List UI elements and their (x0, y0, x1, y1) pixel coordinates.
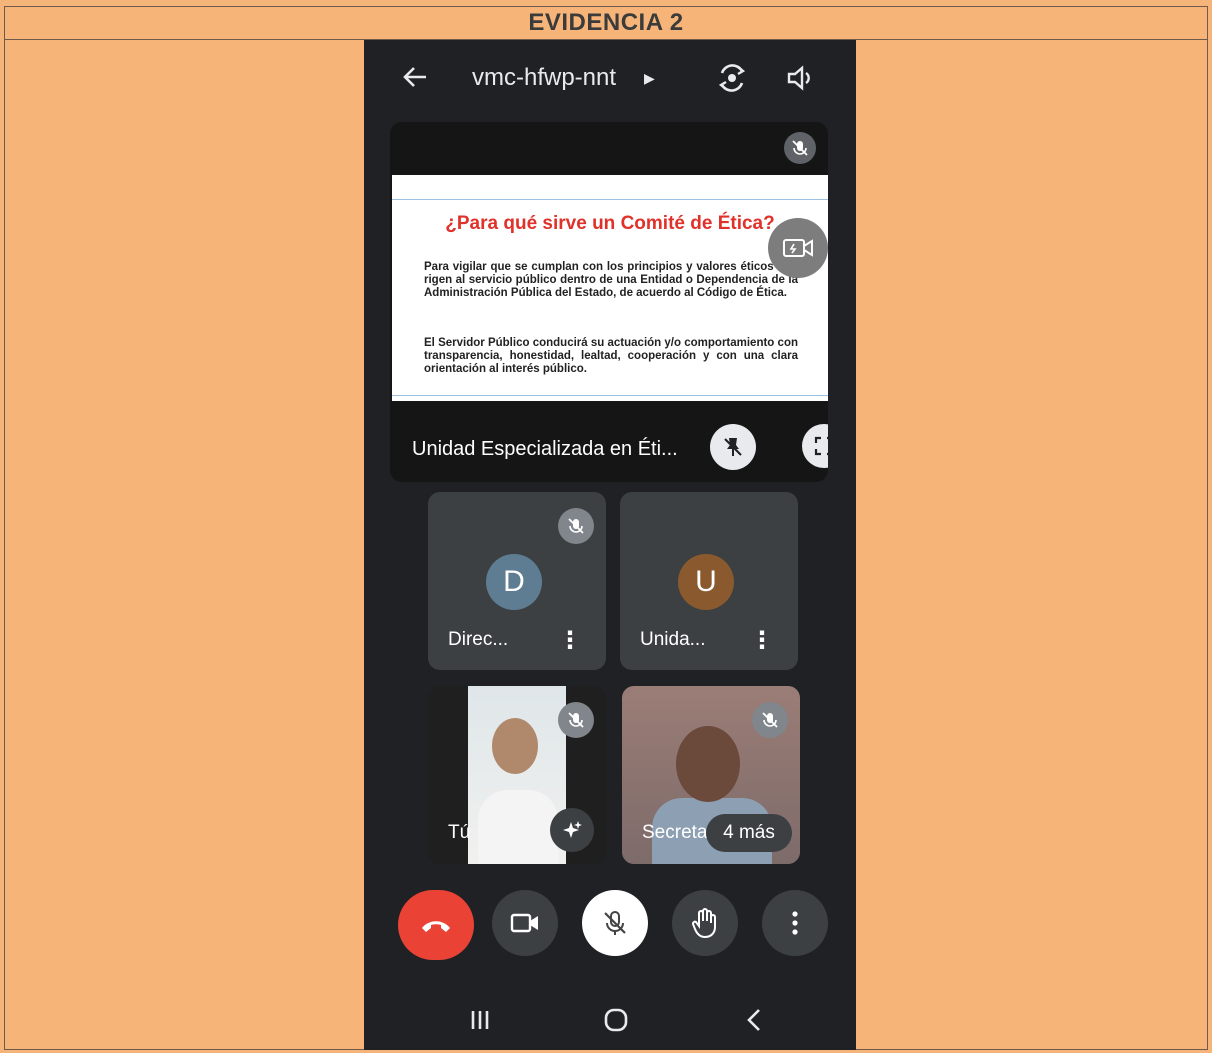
call-controls (364, 890, 856, 970)
shared-slide: ¿Para qué sirve un Comité de Ética? Para… (392, 175, 828, 401)
self-view-tile[interactable]: Tú (428, 686, 606, 864)
home-icon[interactable] (596, 1000, 636, 1040)
slide-top-line (392, 199, 828, 200)
participant-name: Secreta (642, 822, 708, 843)
person-head (676, 726, 740, 802)
more-options-icon (792, 911, 798, 935)
avatar: D (486, 554, 542, 610)
mic-toggle-button[interactable] (582, 890, 648, 956)
avatar: U (678, 554, 734, 610)
meet-top-bar: vmc-hfwp-nnt ▶ (364, 40, 856, 120)
more-options-button[interactable] (762, 890, 828, 956)
person-body (478, 790, 558, 864)
end-call-icon (422, 921, 450, 932)
camera-icon (510, 913, 538, 933)
speaker-icon[interactable] (784, 62, 816, 94)
back-arrow-icon[interactable] (400, 62, 430, 92)
phone-screen: vmc-hfwp-nnt ▶ ¿Para qué sirve un Comité… (364, 40, 856, 1050)
person-head (492, 718, 538, 774)
participant-tile[interactable]: U Unida... ⋮ (620, 492, 798, 670)
document-title: EVIDENCIA 2 (4, 6, 1208, 40)
camera-toggle-button[interactable] (492, 890, 558, 956)
participant-name: Unida... (640, 629, 706, 650)
more-options-icon[interactable]: ⋮ (750, 626, 774, 655)
slide-title: ¿Para qué sirve un Comité de Ética? (445, 213, 775, 234)
mic-off-icon (784, 132, 816, 164)
triangle-right-icon[interactable]: ▶ (644, 70, 655, 87)
recent-apps-icon[interactable] (460, 1000, 500, 1040)
end-call-button[interactable] (398, 890, 474, 960)
mic-off-icon (558, 702, 594, 738)
back-nav-icon[interactable] (734, 1000, 774, 1040)
participant-tile[interactable]: D Direc... ⋮ (428, 492, 606, 670)
meeting-code[interactable]: vmc-hfwp-nnt (472, 64, 616, 92)
raise-hand-icon (692, 908, 716, 939)
more-participants-button[interactable]: 4 más (706, 814, 792, 852)
unpin-icon[interactable] (710, 424, 756, 470)
slide-paragraph-1: Para vigilar que se cumplan con los prin… (424, 261, 798, 299)
switch-camera-icon[interactable] (716, 62, 748, 94)
slide-bottom-line (392, 395, 828, 396)
visual-effects-icon[interactable] (550, 808, 594, 852)
presentation-tile[interactable]: ¿Para qué sirve un Comité de Ética? Para… (390, 122, 828, 482)
slide-paragraph-2: El Servidor Público conducirá su actuaci… (424, 337, 798, 375)
participant-name: Tú (448, 822, 471, 843)
participant-name: Direc... (448, 629, 509, 650)
presenter-name: Unidad Especializada en Éti... (412, 438, 678, 460)
android-nav-bar (364, 990, 856, 1050)
raise-hand-button[interactable] (672, 890, 738, 956)
mic-off-icon (604, 911, 626, 935)
mic-off-icon (752, 702, 788, 738)
fullscreen-icon[interactable] (802, 424, 828, 468)
participant-tile[interactable]: Secreta 4 más (622, 686, 800, 864)
more-options-icon[interactable]: ⋮ (558, 626, 582, 655)
mic-off-icon (558, 508, 594, 544)
camera-float-icon[interactable] (768, 218, 828, 278)
